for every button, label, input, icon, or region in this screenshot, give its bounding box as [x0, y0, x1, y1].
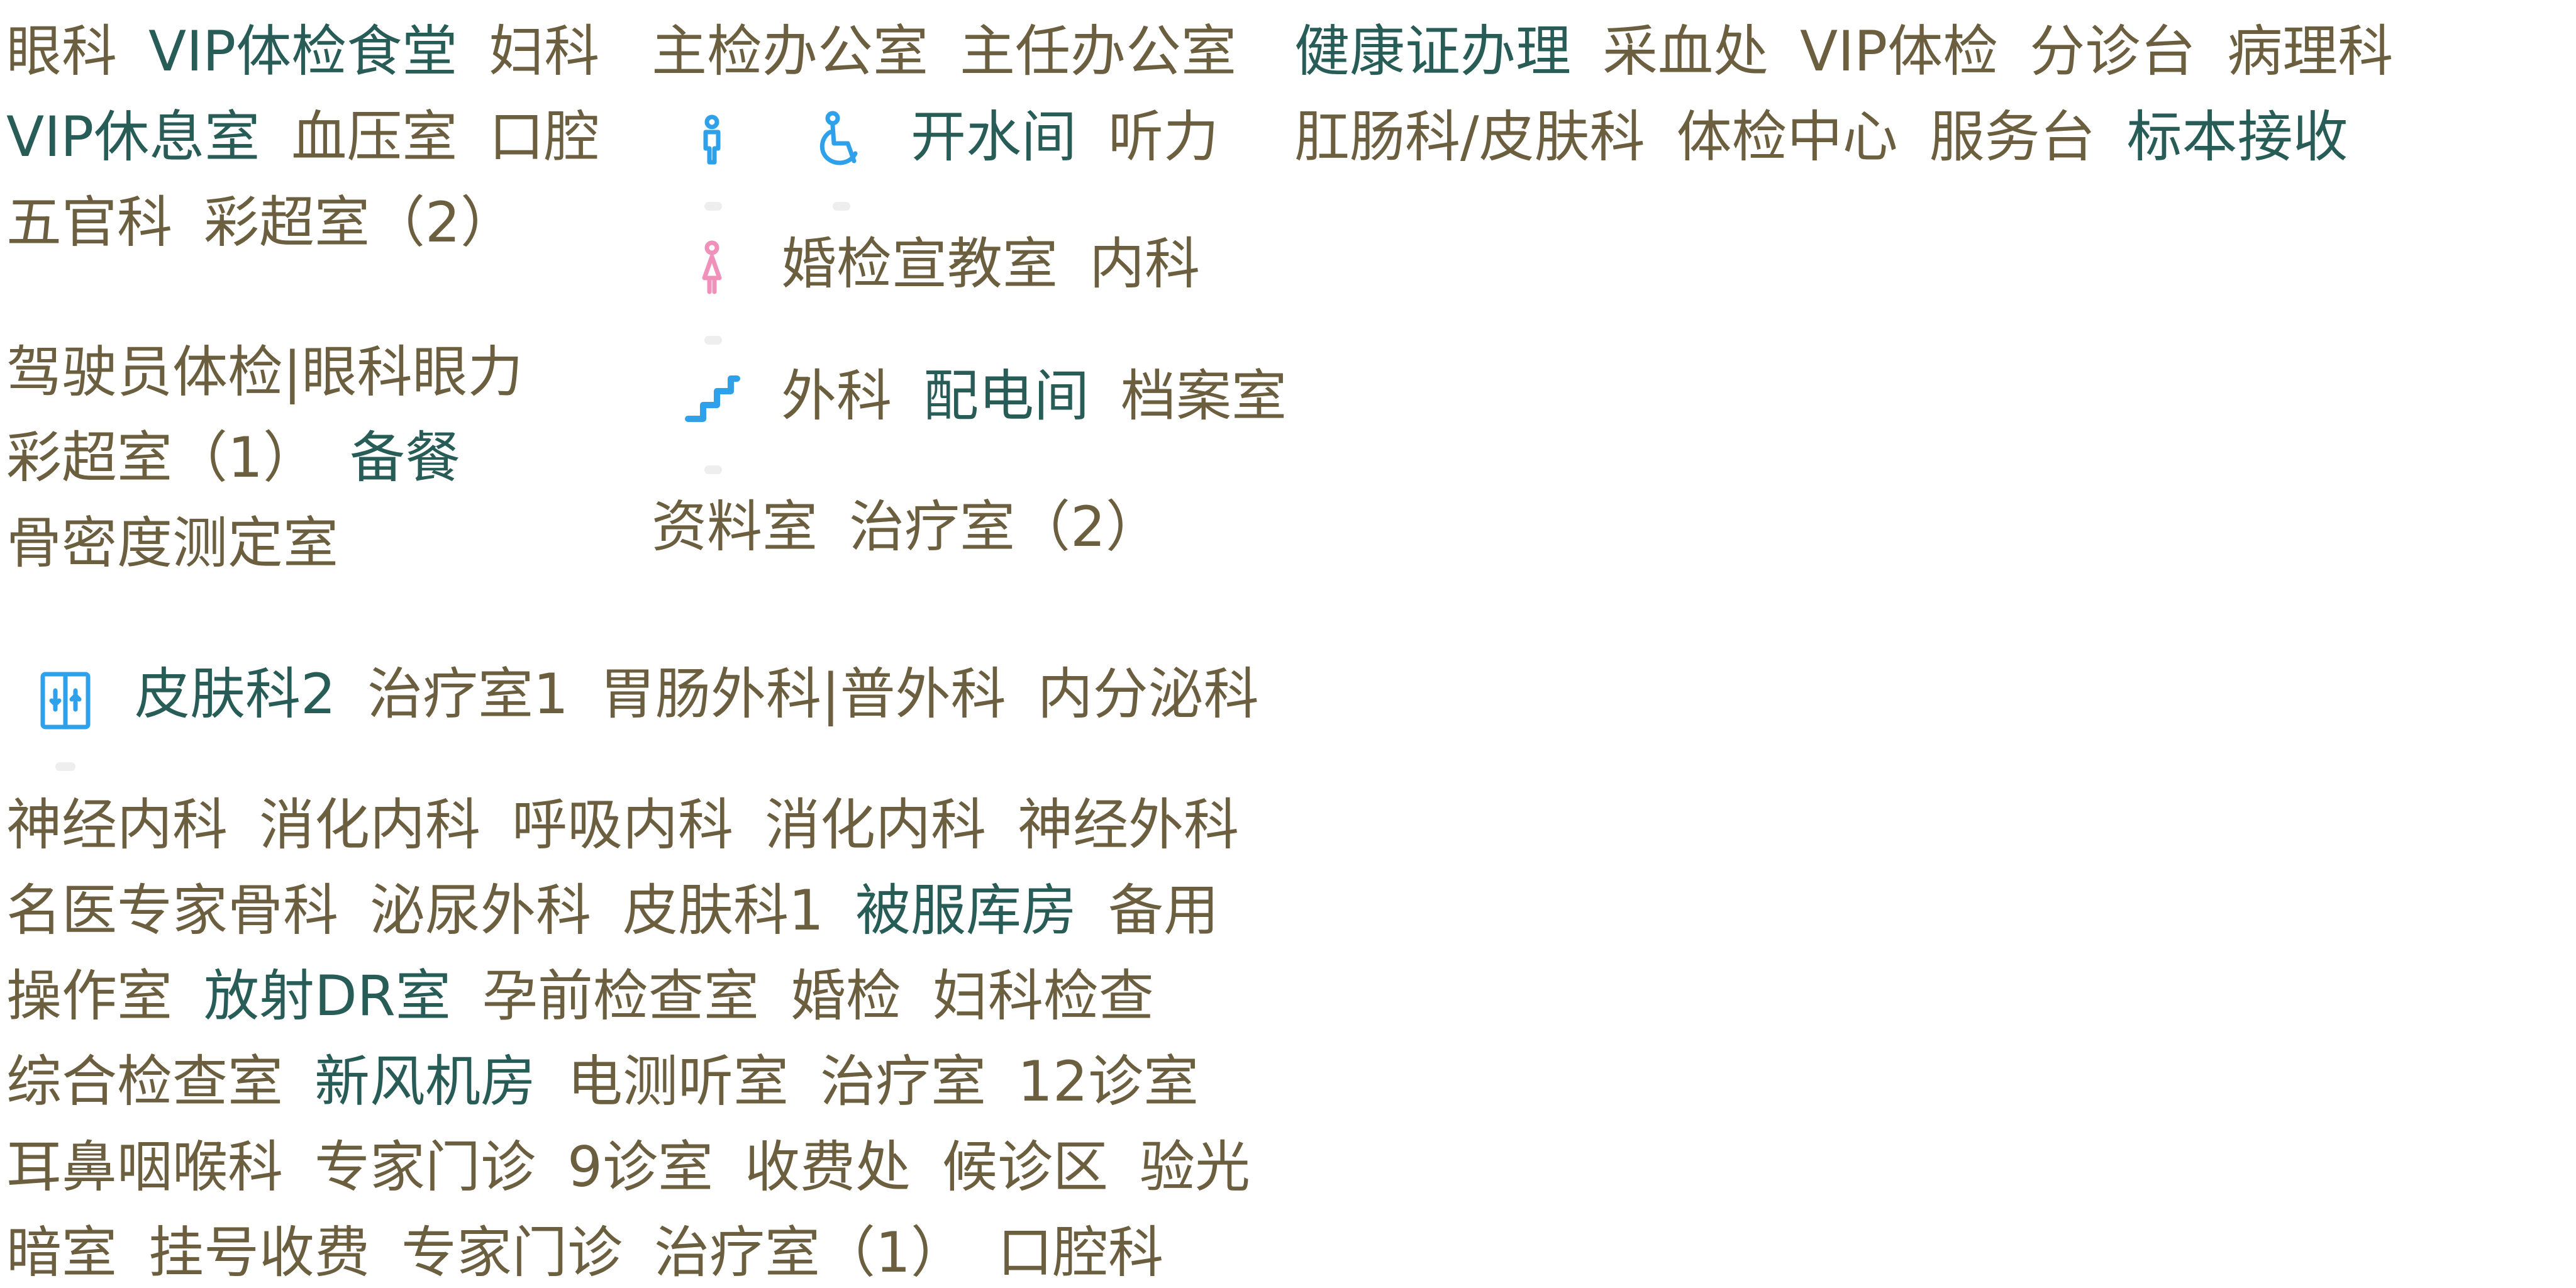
label-urology[interactable]: 泌尿外科 [370, 883, 591, 938]
label-gastroenterology-a[interactable]: 消化内科 [259, 797, 480, 853]
label-treatment-room-1b[interactable]: 治疗室（1） [654, 1225, 966, 1280]
map-label-canvas: 眼科 VIP体检食堂 妇科 主检办公室 主任办公室 健康证办理 采血处 VIP体… [0, 0, 2576, 1288]
label-gynecology[interactable]: 妇科 [489, 24, 599, 79]
marker-dot [704, 465, 722, 474]
label-endocrinology[interactable]: 内分泌科 [1038, 667, 1259, 722]
label-row-1: 神经内科 消化内科 呼吸内科 消化内科 神经外科 [6, 797, 1239, 853]
label-row-4: 综合检查室 新风机房 电测听室 治疗室 12诊室 [6, 1054, 1199, 1109]
label-premarital-education-room[interactable]: 婚检宣教室 [781, 236, 1058, 292]
label-driver-exam-eye-vision[interactable]: 驾驶员体检|眼科眼力 [6, 345, 523, 400]
label-linen-store[interactable]: 被服库房 [855, 883, 1077, 938]
label-vip-lounge[interactable]: VIP休息室 [6, 109, 260, 165]
label-pathology[interactable]: 病理科 [2227, 24, 2393, 79]
label-row-seventh-left: 骨密度测定室 [6, 516, 338, 571]
label-chief-exam-office[interactable]: 主检办公室 [652, 24, 928, 79]
label-health-certificate[interactable]: 健康证办理 [1294, 24, 1571, 79]
label-optometry[interactable]: 验光 [1140, 1140, 1250, 1195]
label-expert-clinic-b[interactable]: 专家门诊 [401, 1225, 623, 1280]
label-ent[interactable]: 五官科 [6, 195, 172, 250]
label-dermatology-2[interactable]: 皮肤科2 [135, 667, 336, 722]
label-preconception-exam-room[interactable]: 孕前检查室 [482, 969, 759, 1024]
label-vip-canteen[interactable]: VIP体检食堂 [148, 24, 457, 79]
label-dark-room[interactable]: 暗室 [6, 1225, 117, 1280]
marker-dot [55, 762, 75, 771]
accessible-icon[interactable] [811, 109, 872, 170]
label-spare[interactable]: 备用 [1108, 883, 1219, 938]
label-ultrasound-room-1[interactable]: 彩超室（1） [6, 430, 318, 486]
label-data-room[interactable]: 资料室 [652, 499, 818, 555]
label-hearing[interactable]: 听力 [1108, 109, 1219, 165]
label-radiology-dr-room[interactable]: 放射DR室 [204, 969, 451, 1024]
male-restroom-icon[interactable] [687, 113, 737, 167]
label-triage-desk[interactable]: 分诊台 [2029, 24, 2196, 79]
label-row-second-left: VIP休息室 血压室 口腔 [6, 109, 599, 165]
label-row-ninth: 皮肤科2 治疗室1 胃肠外科|普外科 内分泌科 [135, 667, 1259, 722]
label-row-top-left: 眼科 VIP体检食堂 妇科 [6, 24, 599, 79]
label-gynecology-exam[interactable]: 妇科检查 [933, 969, 1154, 1024]
label-comprehensive-exam-room[interactable]: 综合检查室 [6, 1054, 283, 1109]
label-row-fifth-mid: 外科 配电间 档案室 [781, 369, 1287, 424]
label-registration-cashier[interactable]: 挂号收费 [148, 1225, 370, 1280]
label-operation-room[interactable]: 操作室 [6, 969, 172, 1024]
label-row-top-mid: 主检办公室 主任办公室 [652, 24, 1236, 79]
label-ultrasound-room-2[interactable]: 彩超室（2） [204, 195, 516, 250]
label-row-third-left: 五官科 彩超室（2） [6, 195, 516, 250]
label-surgery[interactable]: 外科 [781, 369, 892, 424]
label-row-second-right: 肛肠科/皮肤科 体检中心 服务台 标本接收 [1294, 109, 2348, 165]
label-row-3: 操作室 放射DR室 孕前检查室 婚检 妇科检查 [6, 969, 1154, 1024]
label-expert-clinic-a[interactable]: 专家门诊 [314, 1140, 536, 1195]
label-row-6: 暗室 挂号收费 专家门诊 治疗室（1） 口腔科 [6, 1225, 1163, 1280]
label-ophthalmology[interactable]: 眼科 [6, 24, 117, 79]
label-gastrointestinal-surgery[interactable]: 胃肠外科|普外科 [600, 667, 1006, 722]
label-bone-density-room[interactable]: 骨密度测定室 [6, 516, 338, 571]
label-respiratory-medicine[interactable]: 呼吸内科 [512, 797, 733, 853]
label-premarital-exam[interactable]: 婚检 [791, 969, 901, 1024]
label-exam-center[interactable]: 体检中心 [1677, 109, 1898, 165]
label-cashier[interactable]: 收费处 [745, 1140, 911, 1195]
label-otolaryngology[interactable]: 耳鼻咽喉科 [6, 1140, 283, 1195]
label-power-distribution-room[interactable]: 配电间 [923, 369, 1089, 424]
label-internal-medicine[interactable]: 内科 [1089, 236, 1200, 292]
elevator-icon[interactable] [36, 669, 94, 732]
label-consult-room-9[interactable]: 9诊室 [567, 1140, 713, 1195]
label-waiting-area[interactable]: 候诊区 [942, 1140, 1108, 1195]
label-orthopedics-expert[interactable]: 名医专家骨科 [6, 883, 338, 938]
label-blood-pressure-room[interactable]: 血压室 [291, 109, 457, 165]
label-meal-prep[interactable]: 备餐 [350, 430, 460, 486]
label-director-office[interactable]: 主任办公室 [960, 24, 1236, 79]
label-treatment-room-1a[interactable]: 治疗室1 [367, 667, 569, 722]
label-row-top-right: 健康证办理 采血处 VIP体检 分诊台 病理科 [1294, 24, 2393, 79]
female-restroom-icon[interactable] [687, 239, 737, 297]
label-stomatology[interactable]: 口腔科 [997, 1225, 1163, 1280]
label-treatment-room-2[interactable]: 治疗室（2） [849, 499, 1161, 555]
label-boiling-water-room[interactable]: 开水间 [911, 109, 1077, 165]
label-row-fourth-mid: 婚检宣教室 内科 [781, 236, 1200, 292]
label-neurology[interactable]: 神经内科 [6, 797, 228, 853]
marker-dot [704, 336, 722, 345]
label-row-second-mid: 开水间 听力 [911, 109, 1219, 165]
label-consult-room-12[interactable]: 12诊室 [1018, 1054, 1199, 1109]
label-row-eighth-mid: 资料室 治疗室（2） [652, 499, 1161, 555]
label-anorectal-dermatology[interactable]: 肛肠科/皮肤科 [1294, 109, 1645, 165]
label-dermatology-1[interactable]: 皮肤科1 [623, 883, 824, 938]
label-gastroenterology-b[interactable]: 消化内科 [765, 797, 986, 853]
label-blood-collection[interactable]: 采血处 [1602, 24, 1768, 79]
stairs-icon[interactable] [684, 372, 741, 425]
label-service-desk[interactable]: 服务台 [1929, 109, 2096, 165]
label-fresh-air-room[interactable]: 新风机房 [314, 1054, 536, 1109]
label-row-sixth-left: 彩超室（1） 备餐 [6, 430, 460, 486]
label-treatment-room[interactable]: 治疗室 [820, 1054, 986, 1109]
label-specimen-reception[interactable]: 标本接收 [2127, 109, 2348, 165]
label-neurosurgery[interactable]: 神经外科 [1018, 797, 1239, 853]
label-row-2: 名医专家骨科 泌尿外科 皮肤科1 被服库房 备用 [6, 883, 1219, 938]
label-audiometry-room[interactable]: 电测听室 [567, 1054, 789, 1109]
marker-dot [704, 202, 722, 211]
label-vip-exam[interactable]: VIP体检 [1800, 24, 1998, 79]
label-archives-room[interactable]: 档案室 [1121, 369, 1287, 424]
label-row-fifth-left: 驾驶员体检|眼科眼力 [6, 345, 523, 400]
marker-dot [833, 202, 850, 211]
label-row-5: 耳鼻咽喉科 专家门诊 9诊室 收费处 候诊区 验光 [6, 1140, 1250, 1195]
label-oral[interactable]: 口腔 [489, 109, 599, 165]
